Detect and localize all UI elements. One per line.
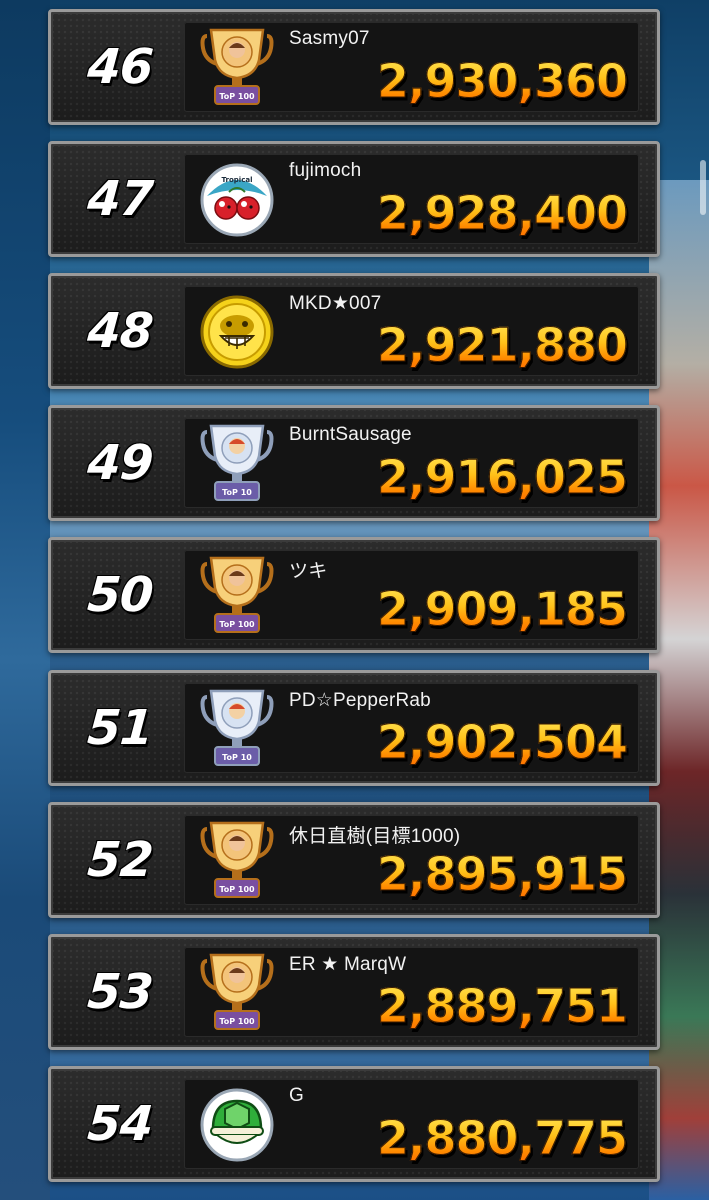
trophy-gold-top100-icon: ToP 100: [199, 819, 275, 903]
rank-number: 50: [85, 567, 155, 623]
rank-number: 52: [85, 832, 155, 888]
ranking-row[interactable]: 52 ToP 100 休日直樹(目標1000) 2,895,915: [48, 802, 660, 918]
score-value: 2,909,185: [377, 582, 629, 637]
rank-number: 48: [85, 303, 155, 359]
score-value: 2,895,915: [377, 847, 629, 902]
score-value: 2,889,751: [377, 979, 629, 1034]
player-name: BurntSausage: [289, 424, 412, 445]
ranking-row[interactable]: 53 ToP 100 ER ★ MarqW 2,889,751: [48, 934, 660, 1050]
player-name: ツキ: [289, 561, 328, 582]
ranking-row[interactable]: 54 G 2,880,775: [48, 1066, 660, 1182]
player-name: fujimoch: [289, 160, 362, 181]
score-value: 2,916,025: [377, 450, 629, 505]
ranking-row[interactable]: 47 Tropical fujimoch 2,928,400: [48, 141, 660, 257]
ranking-row[interactable]: 46 ToP 100 Sasmy07 2,930,360: [48, 9, 660, 125]
svg-text:ToP 100: ToP 100: [219, 92, 255, 101]
trophy-silver-top10-icon: ToP 10: [199, 687, 275, 771]
rank-number: 54: [85, 1096, 155, 1152]
rank-number: 46: [85, 39, 155, 95]
score-value: 2,902,504: [377, 715, 629, 770]
ranking-row[interactable]: 51 ToP 10 PD☆PepperRab 2,902,504: [48, 670, 660, 786]
trophy-gold-top100-icon: ToP 100: [199, 26, 275, 110]
ranking-row[interactable]: 49 ToP 10 BurntSausage 2,916,025: [48, 405, 660, 521]
player-name: ER ★ MarqW: [289, 954, 407, 975]
rank-number: 51: [85, 700, 155, 756]
svg-text:ToP 10: ToP 10: [222, 488, 252, 497]
rank-number: 47: [85, 171, 155, 227]
ranking-list[interactable]: 46 ToP 100 Sasmy07 2,930,360 47 Tropical: [0, 0, 709, 1200]
svg-text:ToP 100: ToP 100: [219, 885, 255, 894]
ranking-row[interactable]: 48 MKD★007 2,921,880: [48, 273, 660, 389]
rank-number: 49: [85, 435, 155, 491]
green-shell-emblem-icon: [199, 1083, 275, 1167]
svg-text:ToP 10: ToP 10: [222, 753, 252, 762]
svg-text:ToP 100: ToP 100: [219, 620, 255, 629]
score-value: 2,921,880: [377, 318, 629, 373]
scrollbar-thumb[interactable]: [700, 160, 706, 215]
svg-text:Tropical: Tropical: [222, 176, 253, 184]
rank-number: 53: [85, 964, 155, 1020]
trophy-silver-top10-icon: ToP 10: [199, 422, 275, 506]
player-name: 休日直樹(目標1000): [289, 826, 461, 847]
trophy-gold-top100-icon: ToP 100: [199, 951, 275, 1035]
score-value: 2,928,400: [377, 186, 629, 241]
svg-text:ToP 100: ToP 100: [219, 1017, 255, 1026]
player-name: G: [289, 1085, 304, 1106]
donkey-kong-coin-icon: [199, 290, 275, 374]
trophy-gold-top100-icon: ToP 100: [199, 554, 275, 638]
player-name: PD☆PepperRab: [289, 690, 431, 711]
score-value: 2,930,360: [377, 54, 629, 109]
player-name: MKD★007: [289, 293, 382, 314]
player-name: Sasmy07: [289, 28, 370, 49]
score-value: 2,880,775: [377, 1111, 629, 1166]
cherry-emblem-icon: Tropical: [199, 158, 275, 242]
ranking-row[interactable]: 50 ToP 100 ツキ 2,909,185: [48, 537, 660, 653]
